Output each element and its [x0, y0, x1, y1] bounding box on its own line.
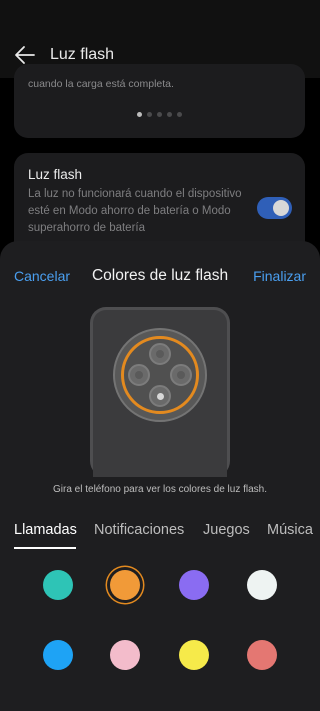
page-dot	[147, 112, 152, 117]
active-tab-indicator	[14, 547, 76, 549]
page-dot	[177, 112, 182, 117]
category-tabs: Llamadas Notificaciones Juegos Música	[14, 522, 320, 550]
back-arrow-icon[interactable]	[14, 44, 36, 66]
done-button[interactable]: Finalizar	[253, 268, 306, 284]
color-swatch[interactable]	[247, 570, 277, 600]
camera-lens-icon	[149, 343, 171, 365]
tab-notificaciones[interactable]: Notificaciones	[94, 522, 184, 538]
page-indicator	[14, 112, 305, 117]
flash-toggle[interactable]	[257, 197, 292, 219]
charge-note: cuando la carga está completa.	[28, 78, 174, 90]
camera-module	[113, 328, 207, 422]
flash-led-icon	[149, 385, 171, 407]
color-swatch[interactable]	[110, 570, 140, 600]
charge-info-card: cuando la carga está completa.	[14, 64, 305, 138]
page-dot	[157, 112, 162, 117]
color-swatch[interactable]	[43, 570, 73, 600]
phone-back-illustration	[90, 307, 230, 477]
flash-color-sheet: Cancelar Colores de luz flash Finalizar …	[0, 241, 320, 711]
toggle-knob	[273, 200, 289, 216]
flash-setting-description: La luz no funcionará cuando el dispositi…	[28, 188, 242, 234]
flash-setting-title: Luz flash	[28, 167, 83, 182]
tab-juegos[interactable]: Juegos	[203, 522, 250, 538]
phone-body	[93, 310, 227, 477]
camera-lens-icon	[170, 364, 192, 386]
color-swatch[interactable]	[110, 640, 140, 670]
color-swatch[interactable]	[179, 640, 209, 670]
color-swatch[interactable]	[179, 570, 209, 600]
page-title: Luz flash	[50, 46, 115, 63]
tab-musica[interactable]: Música	[267, 522, 313, 538]
page-dot	[137, 112, 142, 117]
color-swatch[interactable]	[247, 640, 277, 670]
page-dot	[167, 112, 172, 117]
color-swatch[interactable]	[43, 640, 73, 670]
tab-llamadas[interactable]: Llamadas	[14, 522, 77, 538]
camera-lens-icon	[128, 364, 150, 386]
flash-color-ring	[121, 336, 199, 414]
rotate-hint: Gira el teléfono para ver los colores de…	[53, 484, 267, 495]
